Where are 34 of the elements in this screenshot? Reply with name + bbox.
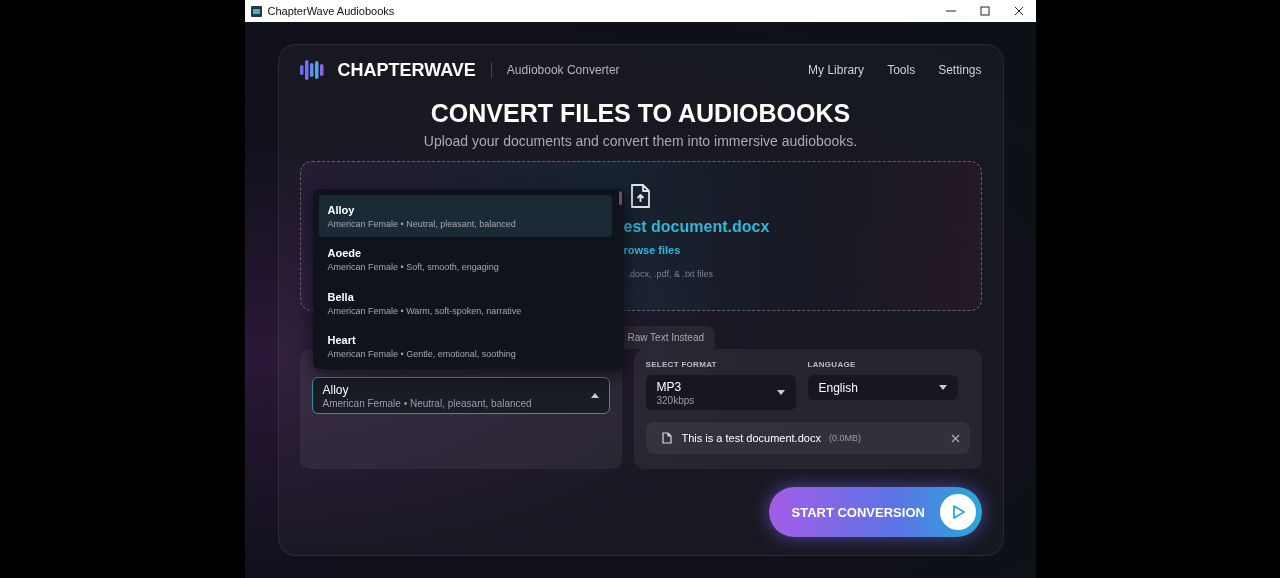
voice-option[interactable]: Alloy American Female • Neutral, pleasant, balanced <box>318 195 612 237</box>
nav-link[interactable]: My Library <box>808 63 865 77</box>
window-title: ChapterWave Audiobooks <box>267 5 396 17</box>
nav-link[interactable]: Tools <box>887 63 916 77</box>
caret-icon <box>938 385 947 390</box>
app-subtitle: Audiobook Converter <box>506 63 621 77</box>
voice-select[interactable]: Alloy American Female • Neutral, pleasant, balanced <box>311 377 610 414</box>
file-types-hint: .docx, .pdf, & .txt files <box>627 269 715 279</box>
file-icon <box>661 432 672 444</box>
format-select[interactable]: MP3 320kbps <box>645 375 796 410</box>
browse-files-link[interactable]: rowse files <box>623 244 981 256</box>
file-size: (0.0MB) <box>828 433 862 443</box>
page-heading: CONVERT FILES TO AUDIOBOOKS <box>429 99 852 128</box>
brand-name: CHAPTERWAVE <box>337 59 476 81</box>
caret-icon <box>590 393 599 398</box>
scrollbar-thumb[interactable] <box>618 191 622 205</box>
file-upload-icon <box>629 184 650 208</box>
language-select[interactable]: English <box>807 375 958 400</box>
maximize-icon[interactable] <box>979 6 990 16</box>
voice-option[interactable]: Aoede American Female • Soft, smooth, engaging <box>318 238 612 281</box>
caret-icon <box>776 390 785 395</box>
file-name: This is a test document.docx <box>681 432 821 444</box>
format-label: SELECT FORMAT <box>645 360 718 369</box>
voice-option[interactable]: Bella American Female • Warm, soft-spoken, narrative <box>318 282 612 324</box>
language-label: LANGUAGE <box>807 360 857 369</box>
start-conversion-button[interactable]: START CONVERSION <box>768 487 982 537</box>
app-icon <box>250 5 262 17</box>
page-subheading: Upload your documents and convert them into immersive audiobooks. <box>422 133 859 149</box>
close-icon[interactable] <box>1013 6 1024 16</box>
play-icon <box>939 494 976 530</box>
selected-file-name: est document.docx <box>623 218 771 236</box>
voice-option[interactable]: Heart American Female • Gentle, emotional, soothing <box>318 325 612 368</box>
nav-link[interactable]: Settings <box>938 63 982 77</box>
logo-icon <box>299 60 326 80</box>
